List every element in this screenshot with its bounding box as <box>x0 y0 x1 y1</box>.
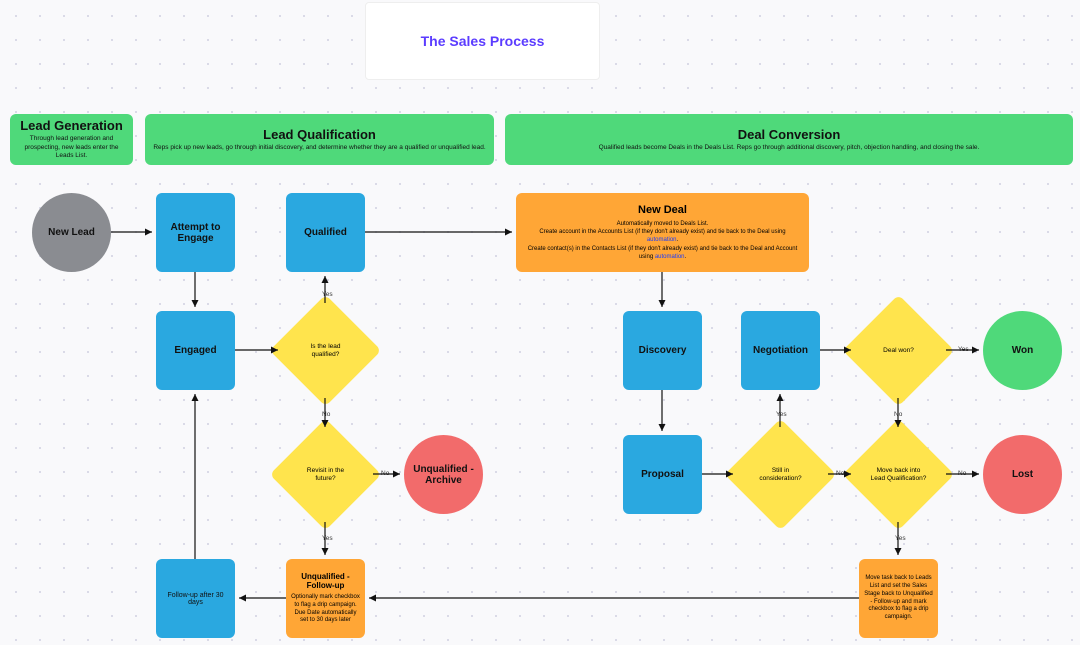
diagram-title: The Sales Process <box>365 2 600 80</box>
node-qualified[interactable]: Qualified <box>286 193 365 272</box>
header-lead-qualification-title: Lead Qualification <box>263 127 376 142</box>
node-attempt-engage[interactable]: Attempt to Engage <box>156 193 235 272</box>
node-discovery[interactable]: Discovery <box>623 311 702 390</box>
node-new-lead[interactable]: New Lead <box>32 193 111 272</box>
label-no-4: No <box>894 411 902 418</box>
node-archive[interactable]: Unqualified - Archive <box>404 435 483 514</box>
node-engaged[interactable]: Engaged <box>156 311 235 390</box>
node-move-task-back[interactable]: Move task back to Leads List and set the… <box>859 559 938 638</box>
node-proposal[interactable]: Proposal <box>623 435 702 514</box>
label-yes-2: Yes <box>322 535 333 542</box>
header-lead-qualification-sub: Reps pick up new leads, go through initi… <box>153 144 485 152</box>
label-yes-5: Yes <box>895 535 906 542</box>
header-deal-conversion-title: Deal Conversion <box>738 127 841 142</box>
node-unqualified-followup[interactable]: Unqualified - Follow-up Optionally mark … <box>286 559 365 638</box>
node-new-deal-title: New Deal <box>638 204 687 216</box>
label-yes-3: Yes <box>776 411 787 418</box>
node-lost[interactable]: Lost <box>983 435 1062 514</box>
label-no-2: No <box>381 470 389 477</box>
label-yes-4: Yes <box>958 346 969 353</box>
decision-revisit[interactable]: Revisit in the future? <box>286 435 365 514</box>
node-new-deal-desc: Automatically moved to Deals List. Creat… <box>526 220 799 262</box>
header-deal-conversion: Deal Conversion Qualified leads become D… <box>505 114 1073 165</box>
decision-move-back[interactable]: Move back into Lead Qualification? <box>859 435 938 514</box>
label-no-1: No <box>322 411 330 418</box>
node-negotiation[interactable]: Negotiation <box>741 311 820 390</box>
decision-still-consideration[interactable]: Still in consideration? <box>741 435 820 514</box>
node-new-deal[interactable]: New Deal Automatically moved to Deals Li… <box>516 193 809 272</box>
node-move-task-back-text: Move task back to Leads List and set the… <box>863 575 934 622</box>
link-automation-1[interactable]: automation <box>647 237 677 243</box>
label-no-3: No <box>836 470 844 477</box>
link-automation-2[interactable]: automation <box>655 254 685 260</box>
header-lead-generation-sub: Through lead generation and prospecting,… <box>18 135 125 160</box>
header-deal-conversion-sub: Qualified leads become Deals in the Deal… <box>599 144 980 152</box>
header-lead-qualification: Lead Qualification Reps pick up new lead… <box>145 114 494 165</box>
label-yes-1: Yes <box>322 291 333 298</box>
header-lead-generation-title: Lead Generation <box>20 118 123 133</box>
header-lead-generation: Lead Generation Through lead generation … <box>10 114 133 165</box>
decision-deal-won[interactable]: Deal won? <box>859 311 938 390</box>
label-no-5: No <box>958 470 966 477</box>
node-followup-30[interactable]: Follow-up after 30 days <box>156 559 235 638</box>
node-unqualified-followup-sub: Optionally mark checkbox to flag a drip … <box>290 594 361 625</box>
decision-is-qualified[interactable]: Is the lead qualified? <box>286 311 365 390</box>
node-unqualified-followup-title: Unqualified - Follow-up <box>290 572 361 591</box>
node-won[interactable]: Won <box>983 311 1062 390</box>
